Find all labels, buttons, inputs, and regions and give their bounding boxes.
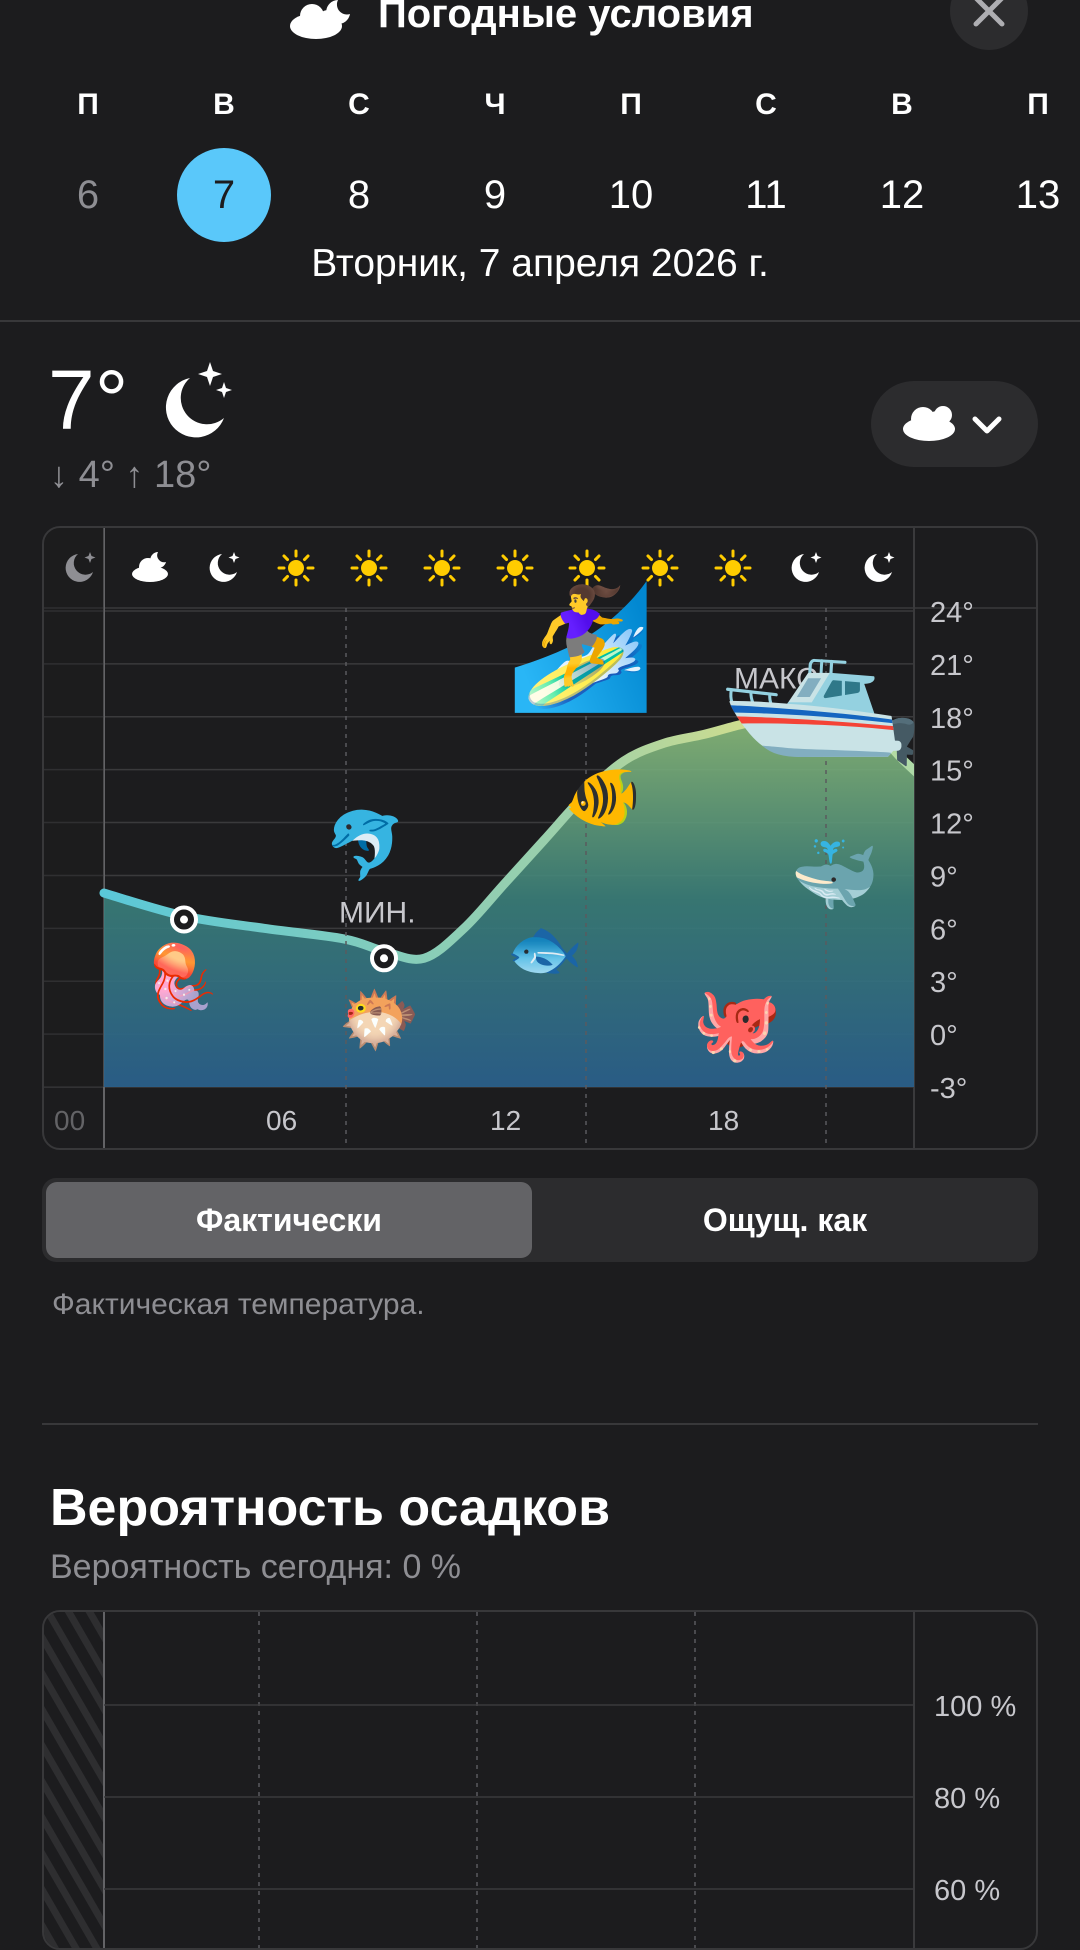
chart-description: Фактическая температура. (52, 1288, 425, 1321)
temperature-chart: МИН. МАКС. 24° 21° 18° 15° 12° 9° 6° 3° 0° -3° 00 06 1… (42, 526, 1038, 1150)
y-tick-label: 21° (930, 650, 974, 682)
cloud-moon-icon (132, 552, 168, 582)
sun-icon (423, 549, 461, 587)
close-icon (973, 0, 1005, 27)
x-tick-label: 00 (54, 1105, 85, 1136)
arrow-down-icon: ↓ (50, 454, 68, 495)
precipitation-chart: 100 % 80 % 60 % (42, 1610, 1038, 1950)
selected-date: Вторник, 7 апреля 2026 г. (311, 242, 769, 285)
segment-actual[interactable]: Фактически (46, 1182, 532, 1258)
segment-feels-like[interactable]: Ощущ. как (536, 1182, 1034, 1258)
y-tick-label: 12° (930, 809, 974, 841)
precip-subtitle: Вероятность сегодня: 0 % (50, 1548, 462, 1586)
day-8[interactable]: 8 (312, 148, 406, 242)
moon-icon (209, 552, 240, 582)
cloud-icon (903, 406, 955, 441)
y-tick-label: 18° (930, 703, 974, 735)
low-high-temps: ↓ 4° ↑ 18° (50, 454, 212, 497)
chevron-down-icon (972, 416, 1002, 434)
y-tick-label: 6° (930, 914, 958, 946)
emoji-sticker: 🐬 (324, 806, 406, 883)
temperature-mode-segmented-control[interactable]: Фактически Ощущ. как (42, 1178, 1038, 1262)
weekday-letter: В (213, 88, 235, 121)
min-point-center (380, 954, 388, 963)
y-tick-label: 24° (930, 597, 974, 629)
day-12[interactable]: 12 (855, 148, 949, 242)
high-temp: 18° (154, 454, 212, 496)
weekday-letter: Ч (484, 88, 506, 121)
y-tick-label: -3° (930, 1073, 967, 1105)
sun-icon (277, 549, 315, 587)
min-label: МИН. (339, 896, 416, 929)
day-9[interactable]: 9 (448, 148, 542, 242)
precip-section-title: Вероятность осадков (50, 1479, 611, 1537)
sun-icon (350, 549, 388, 587)
emoji-sticker: 🐳 (790, 836, 880, 916)
arrow-up-icon: ↑ (125, 454, 144, 495)
x-tick-label: 06 (266, 1105, 297, 1136)
y-tick-label: 9° (930, 861, 958, 893)
precipitation-chart-svg: 100 % 80 % 60 % (44, 1612, 1016, 1948)
emoji-sticker: 🛥️ (714, 575, 926, 771)
temperature-chart-svg: МИН.МАКС.24°21°18°15°12°9°6°3°0°-3°00 06 1… (44, 528, 1036, 1148)
weekday-letter: П (77, 88, 99, 121)
page-title: Погодные условия (378, 0, 754, 36)
y-tick-label: 15° (930, 756, 974, 788)
now-point-center (180, 915, 188, 924)
day-7[interactable]: 7 (177, 148, 271, 242)
weekday-letter: С (755, 88, 777, 121)
past-hatch (44, 1612, 104, 1948)
weekday-letter: П (1027, 88, 1049, 121)
emoji-sticker: 🏄‍♀️ (506, 579, 655, 715)
y-tick-label: 80 % (934, 1783, 1000, 1815)
weekday-letter: В (891, 88, 913, 121)
weekday-letter: С (348, 88, 370, 121)
emoji-sticker: 🪼 (142, 937, 219, 1012)
y-tick-label: 0° (930, 1020, 958, 1052)
low-temp: 4° (78, 454, 115, 496)
close-button[interactable] (950, 0, 1028, 50)
cloud-moon-icon (290, 0, 350, 39)
emoji-sticker: 🐡 (338, 982, 420, 1056)
day-10[interactable]: 10 (584, 148, 678, 242)
moon-stars-icon (165, 362, 232, 438)
weekday-letter: П (620, 88, 642, 121)
day-11[interactable]: 11 (719, 148, 813, 242)
divider (42, 1423, 1038, 1425)
y-tick-label: 100 % (934, 1691, 1016, 1723)
condition-menu-button[interactable] (871, 381, 1038, 467)
y-tick-label: 60 % (934, 1875, 1000, 1907)
emoji-sticker: 🐙 (692, 984, 782, 1066)
emoji-sticker: 🐟 (506, 915, 583, 984)
x-tick-label: 18 (708, 1105, 739, 1136)
day-13[interactable]: 13 (991, 148, 1080, 242)
y-tick-label: 3° (930, 967, 958, 999)
current-temperature: 7° (48, 353, 129, 447)
past-shading (44, 528, 104, 1087)
emoji-sticker: 🐠 (564, 763, 641, 832)
day-6[interactable]: 6 (41, 148, 135, 242)
divider (0, 320, 1080, 322)
x-tick-label: 12 (490, 1105, 521, 1136)
